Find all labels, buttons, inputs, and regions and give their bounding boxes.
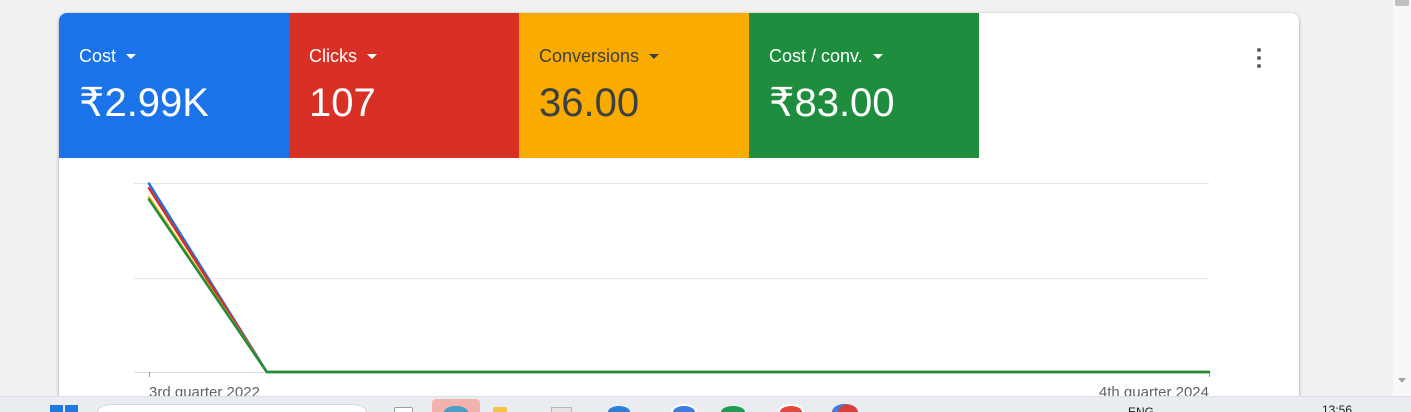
taskbar-clock[interactable]: 13:56 xyxy=(1322,403,1352,412)
metric-label: Conversions xyxy=(539,46,640,66)
performance-overview-card: Cost ₹2.99K Clicks 107 Conversions 36.00… xyxy=(59,13,1299,412)
metric-selector-clicks[interactable]: Clicks xyxy=(309,46,377,66)
more-vert-icon xyxy=(1257,56,1261,60)
data-point-cost-conv xyxy=(264,369,270,375)
taskbar-app-icon[interactable] xyxy=(778,404,804,412)
file-explorer-icon[interactable] xyxy=(493,407,507,412)
arrow-drop-down-icon[interactable] xyxy=(367,53,377,59)
taskbar-app-icon[interactable] xyxy=(832,404,858,412)
metric-label: Cost xyxy=(79,46,117,66)
browser-icon[interactable] xyxy=(608,406,630,412)
arrow-drop-down-icon[interactable] xyxy=(649,53,660,59)
series-cost-conv xyxy=(146,197,1212,375)
arrow-drop-down-icon[interactable] xyxy=(872,53,883,59)
scorecard-conversions[interactable]: Conversions 36.00 xyxy=(519,13,749,158)
data-point-cost-conv xyxy=(617,369,623,375)
metric-selector-conversions[interactable]: Conversions xyxy=(539,46,660,66)
line-chart: 3rd quarter 2022 4th quarter 2024 xyxy=(134,182,1212,401)
data-point-cost-conv xyxy=(853,369,859,375)
data-point-cost-conv xyxy=(1206,369,1212,375)
series-conversions xyxy=(147,196,1211,374)
taskbar-active-app-button[interactable] xyxy=(432,399,480,412)
series-lines xyxy=(146,182,1212,375)
metric-value: 36.00 xyxy=(539,81,640,125)
taskbar-app-icon[interactable] xyxy=(551,407,572,412)
metric-value: 107 xyxy=(309,81,376,125)
data-point-cost-conv xyxy=(499,369,505,375)
scorecard-clicks[interactable]: Clicks 107 xyxy=(289,13,519,158)
language-indicator[interactable]: ENG xyxy=(1128,405,1154,412)
metric-selector-cost-per-conversion[interactable]: Cost / conv. xyxy=(769,46,883,66)
more-options-button[interactable] xyxy=(1239,38,1279,78)
gridlines xyxy=(134,183,1209,373)
scorecard-cost-per-conversion[interactable]: Cost / conv. ₹83.00 xyxy=(749,13,979,158)
series-line-cost-conv xyxy=(147,198,1211,374)
series-line-clicks xyxy=(147,186,1211,374)
data-point-cost-conv xyxy=(970,369,976,375)
series-line-cost xyxy=(147,182,1211,374)
arrow-drop-down-icon[interactable] xyxy=(126,53,137,59)
data-point-cost-conv xyxy=(735,369,741,375)
series-line-conversions xyxy=(147,196,1211,374)
taskbar: ENG 13:56 xyxy=(0,396,1411,412)
metric-value: ₹83.00 xyxy=(769,81,895,125)
metric-label: Clicks xyxy=(309,46,357,66)
taskbar-app-icon[interactable] xyxy=(671,404,697,412)
data-point-cost-conv xyxy=(382,369,388,375)
scroll-down-arrow-icon[interactable] xyxy=(1398,378,1406,383)
data-point-clicks xyxy=(146,185,152,191)
metric-label: Cost / conv. xyxy=(769,46,863,66)
metric-scorecards: Cost ₹2.99K Clicks 107 Conversions 36.00… xyxy=(59,13,979,158)
data-point-cost-conv xyxy=(146,197,152,203)
taskbar-search-box[interactable] xyxy=(97,404,367,412)
taskbar-app-icon[interactable] xyxy=(721,406,745,412)
scrollbar-thumb[interactable] xyxy=(1395,0,1409,6)
scorecard-cost[interactable]: Cost ₹2.99K xyxy=(59,13,289,158)
vertical-scrollbar[interactable] xyxy=(1393,0,1411,396)
taskbar-document-app-icon[interactable] xyxy=(394,407,413,412)
metric-value: ₹2.99K xyxy=(79,81,209,125)
windows-start-icon[interactable] xyxy=(50,405,63,412)
taskbar-active-app-icon xyxy=(444,406,468,412)
series-clicks xyxy=(146,185,1211,374)
metric-selector-cost[interactable]: Cost xyxy=(79,46,137,66)
series-cost xyxy=(147,182,1211,374)
data-point-cost-conv xyxy=(1088,369,1094,375)
